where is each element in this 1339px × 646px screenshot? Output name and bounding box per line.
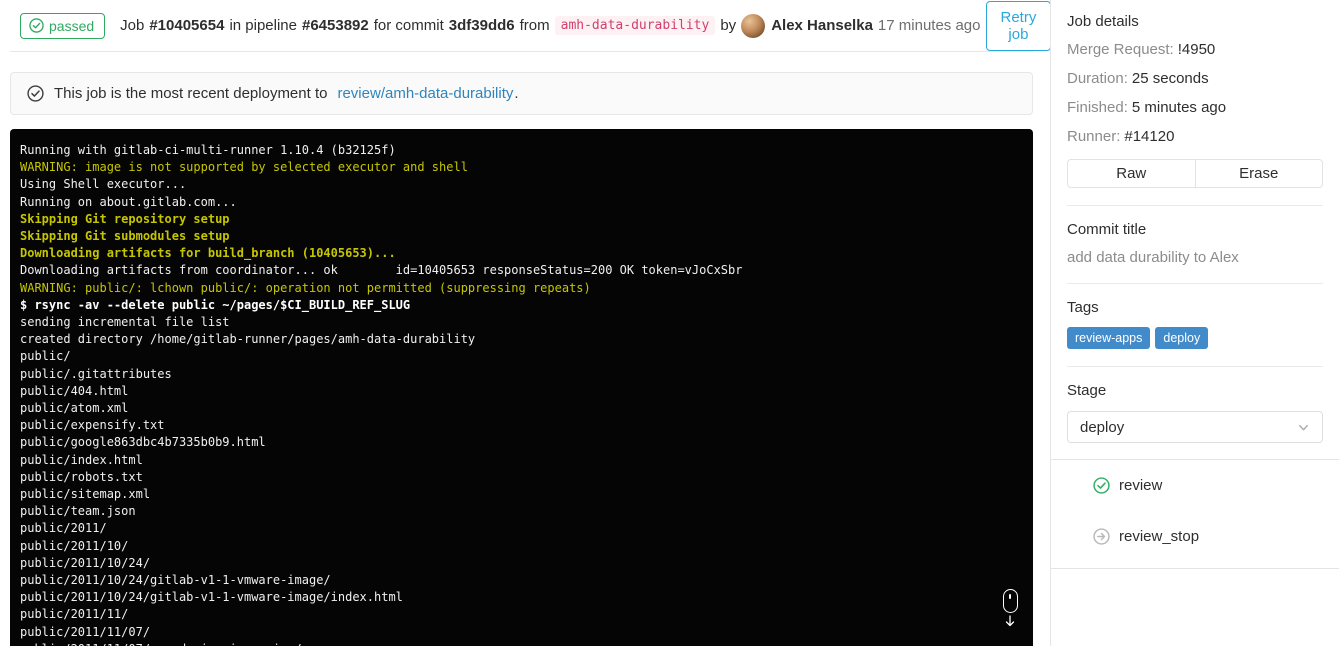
stage-selected-value: deploy <box>1080 418 1125 436</box>
log-line: $ rsync -av --delete public ~/pages/$CI_… <box>20 297 411 312</box>
author-name[interactable]: Alex Hanselka <box>771 17 873 34</box>
log-line: Skipping Git repository setup <box>20 211 230 226</box>
check-circle-icon <box>29 18 44 33</box>
divider <box>1051 568 1339 569</box>
log-line: public/expensify.txt <box>20 418 165 433</box>
detail-label: Merge Request: <box>1067 41 1174 58</box>
log-line: public/.gitattributes <box>20 366 172 381</box>
status-label: passed <box>49 17 95 34</box>
in-pipeline-words: in pipeline <box>229 17 297 34</box>
tag-badge: deploy <box>1155 327 1209 349</box>
tags-heading: Tags <box>1067 299 1099 316</box>
deployment-notice-text: This job is the most recent deployment t… <box>54 85 328 102</box>
status-manual-icon <box>1093 528 1110 545</box>
branch-ref-badge[interactable]: amh-data-durability <box>554 16 716 35</box>
log-line: public/team.json <box>20 504 136 519</box>
job-id-link[interactable]: #10405654 <box>149 17 224 34</box>
arrow-down-icon <box>1005 615 1015 627</box>
log-line: public/2011/11/07/ <box>20 624 151 639</box>
log-line: Running with gitlab-ci-multi-runner 1.10… <box>20 143 396 157</box>
job-sidebar: Job details Merge Request: !4950 Duration:… <box>1050 0 1339 646</box>
tag-badge: review-apps <box>1067 327 1151 349</box>
log-line: public/2011/10/ <box>20 538 129 553</box>
build-item-review_stop[interactable]: review_stop <box>1051 511 1339 562</box>
detail-value: 5 minutes ago <box>1131 99 1227 116</box>
log-line: Downloading artifacts from coordinator..… <box>20 263 743 278</box>
main-column: passed Job #10405654 in pipeline #645389… <box>10 0 1052 646</box>
stage-heading: Stage <box>1067 382 1107 399</box>
build-header: passed Job #10405654 in pipeline #645389… <box>10 0 1052 52</box>
deployment-notice: This job is the most recent deployment t… <box>10 72 1033 115</box>
check-circle-icon <box>27 85 44 102</box>
log-line: public/sitemap.xml <box>20 487 151 502</box>
notice-period: . <box>514 85 519 102</box>
log-line: WARNING: image is not supported by selec… <box>20 160 468 175</box>
log-line: public/atom.xml <box>20 401 129 416</box>
log-line: public/2011/10/24/gitlab-v1-1-vmware-ima… <box>20 590 403 605</box>
commit-title-text: add data durability to Alex <box>1067 249 1239 266</box>
log-line: Running on about.gitlab.com... <box>20 194 237 209</box>
tags-list: review-apps deploy <box>1067 327 1323 349</box>
commit-sha-link[interactable]: 3df39dd6 <box>449 17 515 34</box>
job-detail-row: Duration: 25 seconds <box>1067 69 1323 88</box>
chevron-down-icon <box>1299 424 1308 430</box>
divider <box>1067 366 1323 367</box>
detail-label: Finished: <box>1067 99 1128 116</box>
job-log: Running with gitlab-ci-multi-runner 1.10… <box>10 129 1033 646</box>
detail-label: Duration: <box>1067 70 1128 87</box>
log-line: public/2011/10/24/ <box>20 555 151 570</box>
job-page: passed Job #10405654 in pipeline #645389… <box>0 0 1339 646</box>
stage-builds-list: review review_stop <box>1051 460 1339 562</box>
erase-button[interactable]: Erase <box>1194 159 1323 188</box>
log-line: public/google863dbc4b7335b0b9.html <box>20 435 266 450</box>
detail-value: 25 seconds <box>1131 70 1209 87</box>
log-line: public/index.html <box>20 452 143 467</box>
log-line: public/2011/11/ <box>20 607 129 622</box>
for-commit-words: for commit <box>373 17 444 34</box>
job-detail-row: Finished: 5 minutes ago <box>1067 98 1323 117</box>
job-detail-row: Merge Request: !4950 <box>1067 40 1323 59</box>
log-line: Using Shell executor... <box>20 177 187 192</box>
log-line: WARNING: public/: lchown public/: operat… <box>20 280 591 295</box>
log-line: public/2011/10/24/gitlab-v1-1-vmware-ima… <box>20 573 331 588</box>
from-word: from <box>519 17 550 34</box>
pipeline-id-link[interactable]: #6453892 <box>302 17 369 34</box>
by-word: by <box>720 17 737 34</box>
build-header-text: Job #10405654 in pipeline #6453892 for c… <box>120 13 985 38</box>
mouse-scroll-icon <box>1002 589 1018 613</box>
raw-button[interactable]: Raw <box>1067 159 1196 188</box>
status-success-icon <box>1093 477 1110 494</box>
job-detail-row: Runner: #14120 <box>1067 127 1323 146</box>
stage-dropdown[interactable]: deploy <box>1067 411 1323 443</box>
author-avatar[interactable] <box>741 13 766 38</box>
job-details-list: Merge Request: !4950 Duration: 25 seconds Fi… <box>1067 40 1323 146</box>
log-line: sending incremental file list <box>20 315 230 330</box>
divider <box>1067 205 1323 206</box>
log-line: public/2011/ <box>20 521 107 536</box>
environment-link[interactable]: review/amh-data-durability <box>337 85 513 102</box>
log-line: created directory /home/gitlab-runner/pa… <box>20 332 476 347</box>
commit-title-heading: Commit title <box>1067 221 1147 238</box>
log-line: public/ <box>20 349 71 364</box>
log-line: Skipping Git submodules setup <box>20 229 230 244</box>
build-item-review[interactable]: review <box>1051 460 1339 511</box>
status-badge[interactable]: passed <box>20 12 106 39</box>
detail-value: !4950 <box>1177 41 1216 58</box>
job-log-lines: Running with gitlab-ci-multi-runner 1.10… <box>20 142 999 646</box>
job-details-heading: Job details <box>1067 13 1139 30</box>
detail-label: Runner: <box>1067 128 1121 145</box>
retry-job-button[interactable]: Retry job <box>985 0 1052 51</box>
build-name: review_stop <box>1119 528 1200 545</box>
log-actions: Raw Erase <box>1067 159 1323 188</box>
divider <box>1067 283 1323 284</box>
log-line: public/404.html <box>20 383 129 398</box>
log-line: Downloading artifacts for build_branch (… <box>20 246 396 261</box>
detail-value: #14120 <box>1124 128 1175 145</box>
log-line: public/2011/11/07/new-design-is-coming/ <box>20 641 999 646</box>
log-line: public/robots.txt <box>20 469 143 484</box>
build-name: review <box>1119 477 1163 494</box>
job-word: Job <box>120 17 145 34</box>
time-ago: 17 minutes ago <box>877 17 981 34</box>
scroll-to-bottom-button[interactable] <box>998 589 1022 627</box>
